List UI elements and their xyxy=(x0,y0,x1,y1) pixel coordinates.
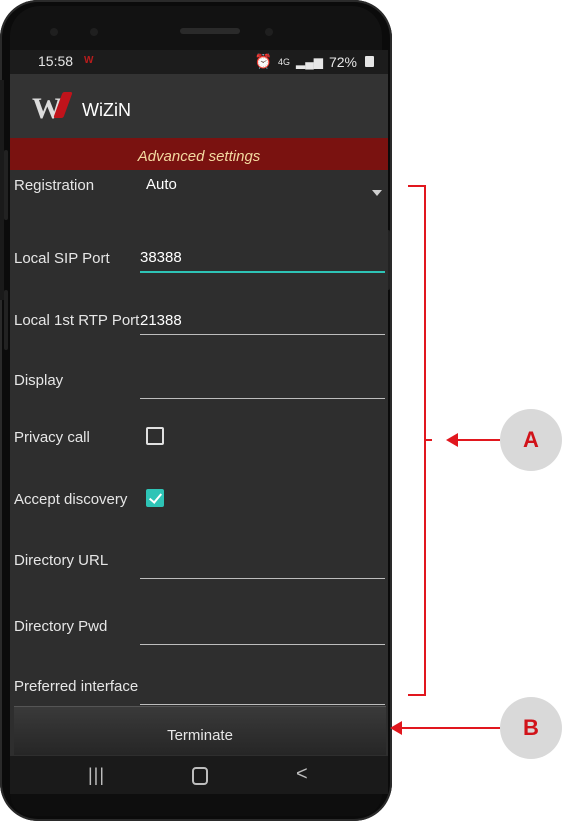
terminate-button[interactable]: Terminate xyxy=(14,706,386,755)
sensor-icon xyxy=(50,28,58,36)
registration-dropdown[interactable]: Auto xyxy=(146,176,177,193)
battery-icon xyxy=(365,56,374,67)
local-sip-port-value: 38388 xyxy=(140,249,182,266)
navigation-bar: ||| < xyxy=(10,756,388,794)
front-camera-icon xyxy=(265,28,273,36)
alarm-icon: ⏰ xyxy=(254,53,272,69)
local-rtp-port-label: Local 1st RTP Port xyxy=(14,312,140,329)
wizin-logo: W xyxy=(32,92,73,126)
chevron-down-icon[interactable] xyxy=(372,190,382,196)
app-bar: W WiZiN xyxy=(10,74,388,138)
recents-icon[interactable]: ||| xyxy=(88,765,105,786)
network-label: 4G xyxy=(277,56,290,67)
app-screen: 15:58 W ⏰ 4G ▂▄▆ 72% W WiZiN Advanced se… xyxy=(10,50,388,794)
display-input[interactable] xyxy=(140,372,385,399)
directory-pwd-input[interactable] xyxy=(140,618,385,645)
display-label: Display xyxy=(14,372,64,389)
directory-url-label: Directory URL xyxy=(14,552,109,569)
earpiece-speaker xyxy=(180,28,240,34)
privacy-call-checkbox[interactable] xyxy=(146,427,164,445)
signal-icon: ▂▄▆ xyxy=(296,54,323,69)
local-sip-port-label: Local SIP Port xyxy=(14,250,110,267)
sensor-icon xyxy=(90,28,98,36)
home-icon[interactable] xyxy=(192,767,208,785)
top-bezel xyxy=(10,6,382,50)
preferred-interface-input[interactable] xyxy=(140,678,385,705)
back-icon[interactable]: < xyxy=(296,763,308,786)
arrow-b-line xyxy=(402,727,500,729)
arrow-b-head-icon xyxy=(390,721,402,735)
accept-discovery-label: Accept discovery xyxy=(14,491,128,508)
section-header: Advanced settings xyxy=(10,138,388,170)
app-title: WiZiN xyxy=(82,100,131,120)
privacy-call-label: Privacy call xyxy=(14,429,90,446)
local-rtp-port-input[interactable]: 21388 xyxy=(140,312,385,335)
registration-label: Registration xyxy=(14,177,95,194)
status-time: 15:58 xyxy=(38,53,74,69)
directory-pwd-label: Directory Pwd xyxy=(14,618,108,635)
local-rtp-port-value: 21388 xyxy=(140,312,182,329)
callout-a: A xyxy=(500,409,562,471)
phone-frame: 15:58 W ⏰ 4G ▂▄▆ 72% W WiZiN Advanced se… xyxy=(0,0,392,821)
local-sip-port-input[interactable]: 38388 xyxy=(140,249,385,273)
directory-url-input[interactable] xyxy=(140,552,385,579)
arrow-a-line xyxy=(458,439,500,441)
status-icons: ⏰ 4G ▂▄▆ 72% xyxy=(255,53,374,70)
callout-b: B xyxy=(500,697,562,759)
arrow-a-head-icon xyxy=(446,433,458,447)
status-bar: 15:58 W ⏰ 4G ▂▄▆ 72% xyxy=(10,50,388,74)
volume-button xyxy=(4,150,8,220)
battery-percent: 72% xyxy=(328,53,357,70)
bracket-tick xyxy=(424,439,432,441)
app-notification-icon: W xyxy=(84,55,94,66)
bixby-button xyxy=(4,290,8,350)
preferred-interface-label: Preferred interface xyxy=(14,678,139,695)
accept-discovery-checkbox[interactable] xyxy=(146,489,164,507)
bottom-bezel xyxy=(10,794,382,816)
